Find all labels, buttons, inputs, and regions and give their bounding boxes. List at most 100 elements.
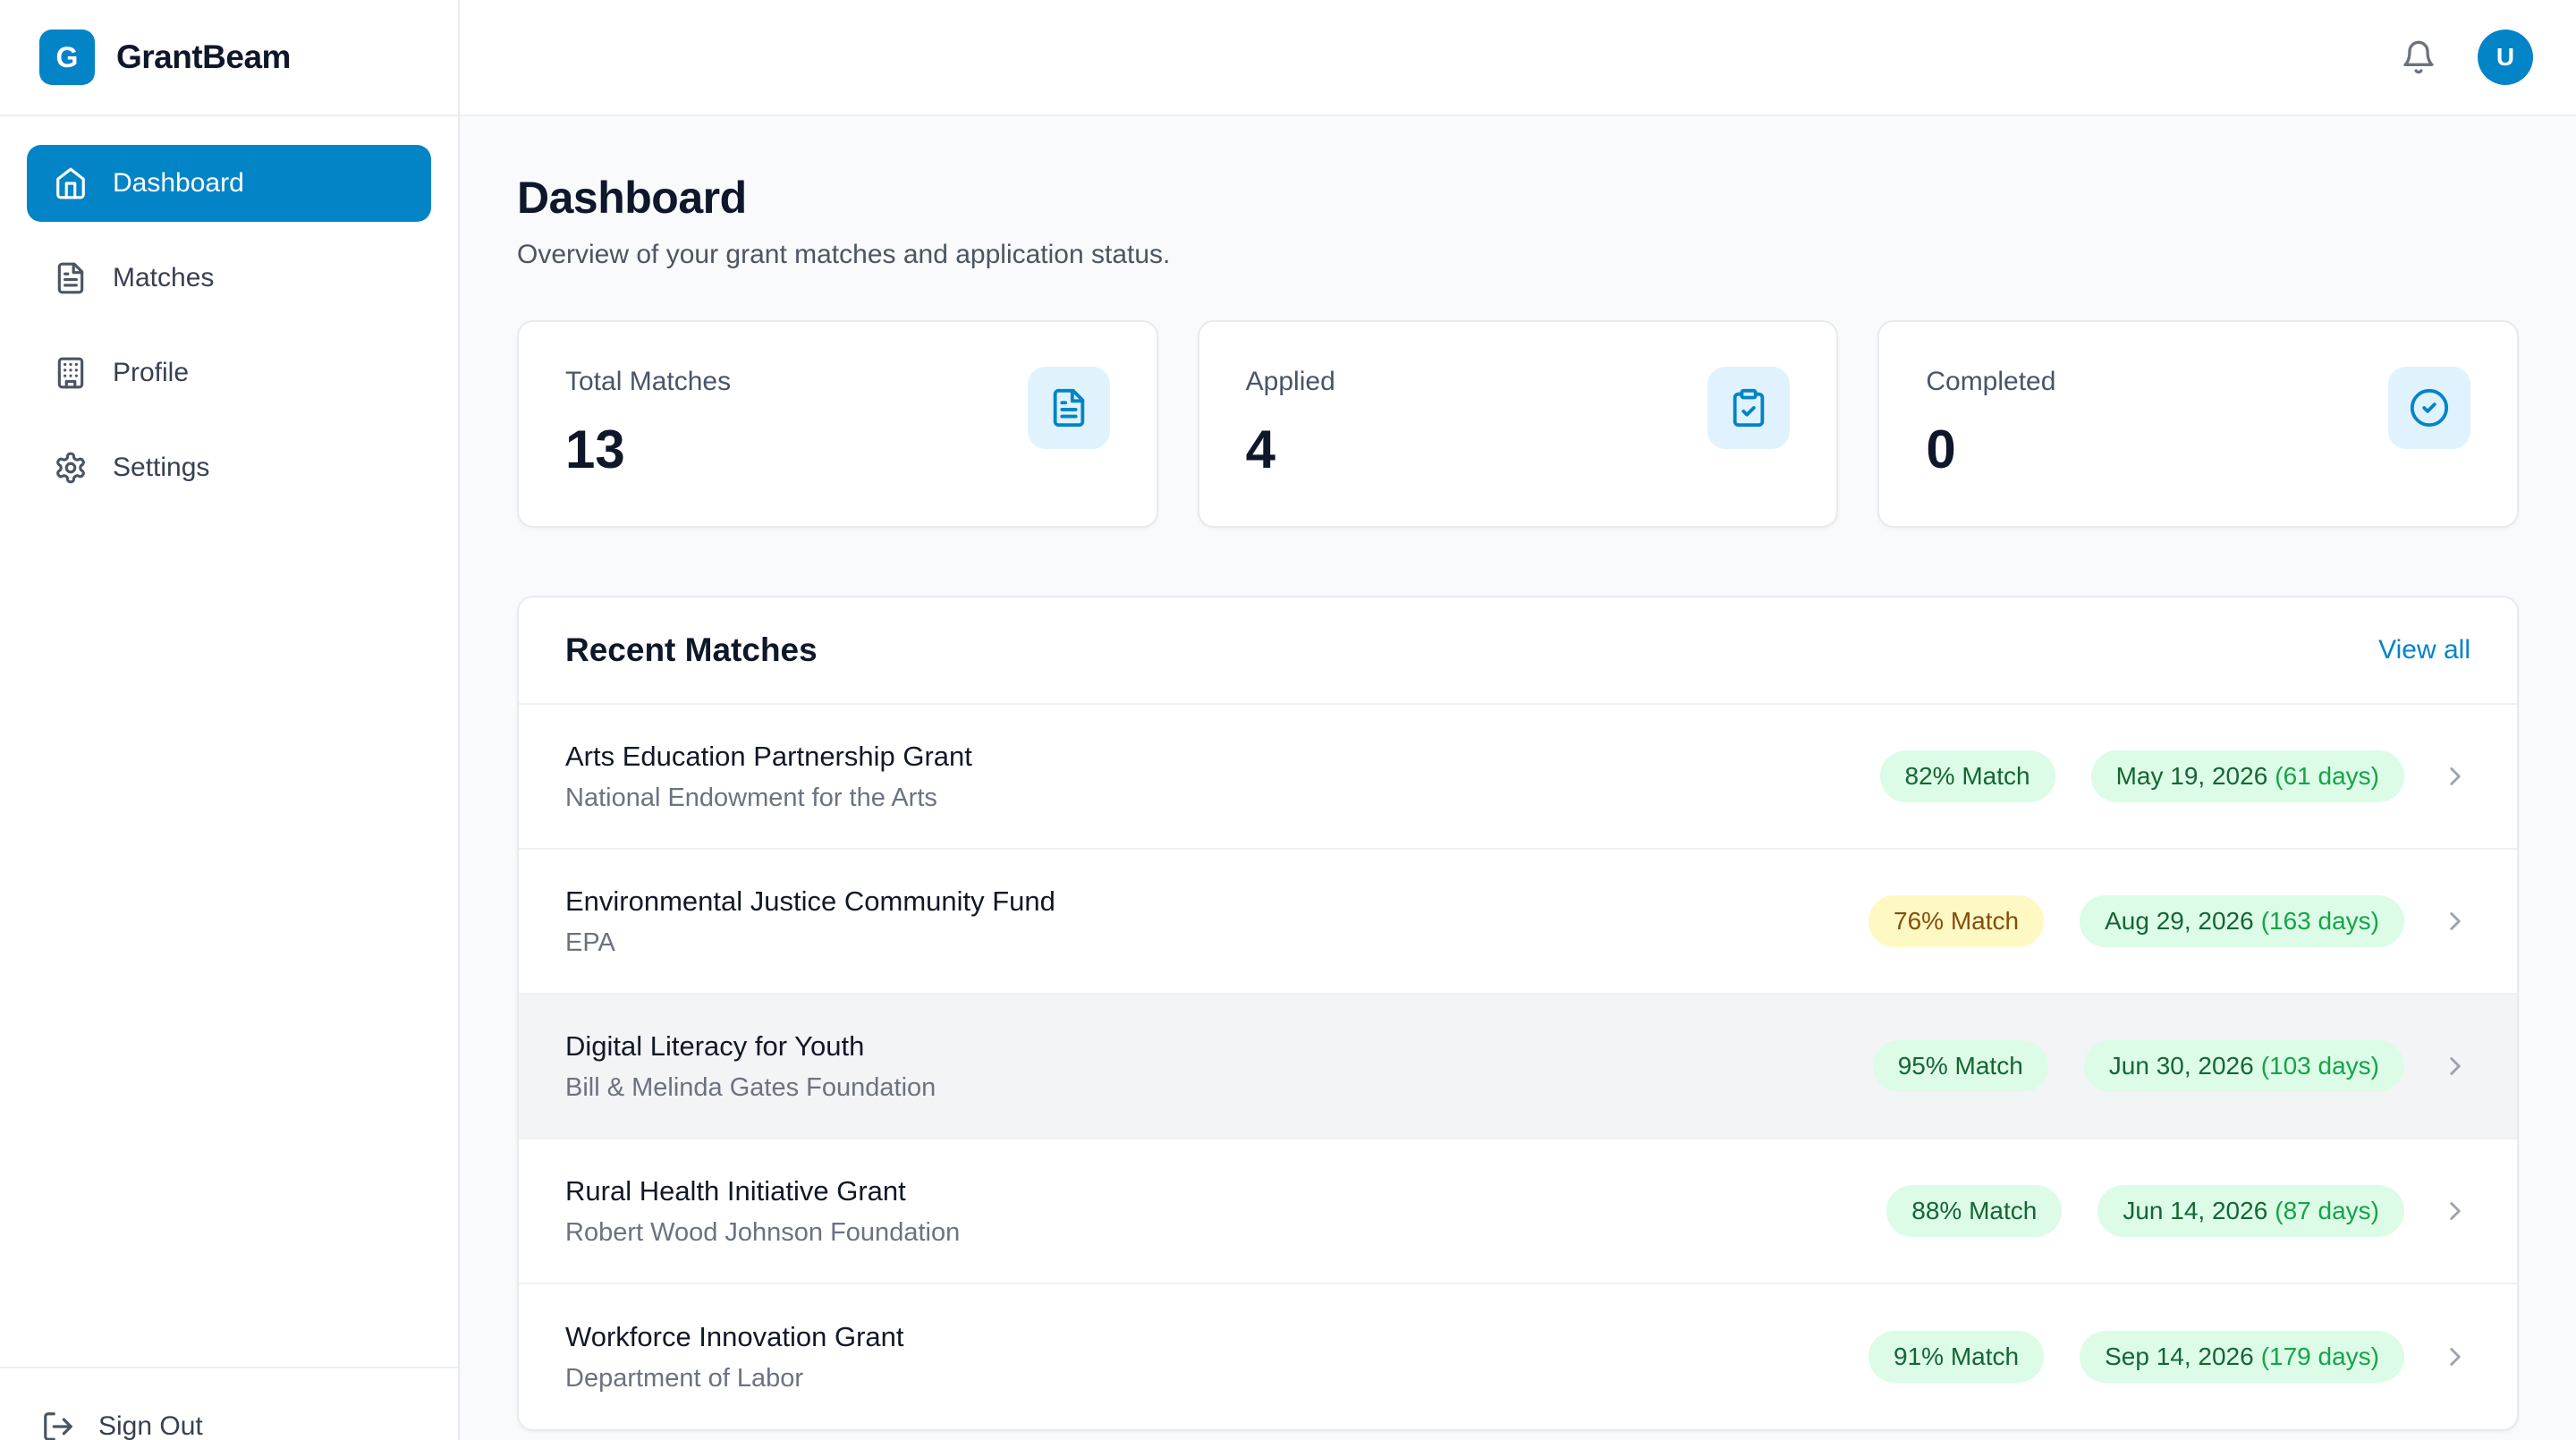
app-name: GrantBeam [116, 38, 291, 76]
deadline-days: (87 days) [2275, 1197, 2379, 1224]
match-badge: 95% Match [1873, 1040, 2048, 1092]
deadline-date: Jun 14, 2026 [2123, 1197, 2267, 1224]
stat-text: Completed 0 [1926, 367, 2055, 480]
deadline-badge: Sep 14, 2026 (179 days) [2080, 1331, 2404, 1383]
deadline-days: (61 days) [2275, 762, 2379, 790]
grant-org: Department of Labor [565, 1364, 904, 1393]
home-icon [54, 166, 88, 200]
match-badge: 76% Match [1868, 895, 2044, 947]
chevron-right-icon [2440, 761, 2470, 792]
match-row-meta: 95% Match Jun 30, 2026(103 days) [1873, 1040, 2470, 1092]
sidebar-item-label: Dashboard [113, 168, 244, 199]
stat-value: 0 [1926, 419, 2055, 480]
grant-org: Robert Wood Johnson Foundation [565, 1218, 960, 1248]
match-row-text: Digital Literacy for Youth Bill & Melind… [565, 1030, 936, 1103]
deadline-date: May 19, 2026 [2116, 762, 2268, 790]
sidebar-item-profile[interactable]: Profile [27, 335, 431, 411]
deadline-date: Aug 29, 2026 [2105, 907, 2254, 935]
clipboard-check-icon [1707, 367, 1790, 449]
deadline-days: (163 days) [2261, 907, 2379, 935]
match-row-meta: 76% Match Aug 29, 2026(163 days) [1868, 895, 2470, 947]
stat-value: 13 [565, 419, 731, 480]
sign-out-label: Sign Out [98, 1411, 203, 1440]
match-row-meta: 88% Match Jun 14, 2026 (87 days) [1886, 1185, 2470, 1237]
view-all-link[interactable]: View all [2378, 635, 2470, 665]
stat-label: Completed [1926, 367, 2055, 397]
deadline-date: Sep 14, 2026 [2105, 1343, 2254, 1370]
match-row[interactable]: Rural Health Initiative Grant Robert Woo… [519, 1139, 2517, 1284]
sign-out-icon [41, 1410, 75, 1440]
recent-matches-header: Recent Matches View all [519, 597, 2517, 705]
stats-row: Total Matches 13 Applied 4 Completed [517, 320, 2519, 528]
page-title: Dashboard [517, 172, 2519, 224]
match-row-text: Workforce Innovation Grant Department of… [565, 1321, 904, 1393]
match-row[interactable]: Workforce Innovation Grant Department of… [519, 1284, 2517, 1429]
match-row[interactable]: Environmental Justice Community Fund EPA… [519, 850, 2517, 995]
match-row-text: Environmental Justice Community Fund EPA [565, 885, 1055, 958]
stat-text: Total Matches 13 [565, 367, 731, 480]
grant-title: Digital Literacy for Youth [565, 1030, 936, 1063]
stat-value: 4 [1246, 419, 1335, 480]
content: Dashboard Overview of your grant matches… [460, 116, 2576, 1440]
sidebar-item-label: Profile [113, 358, 189, 388]
match-row-text: Arts Education Partnership Grant Nationa… [565, 741, 972, 813]
chevron-right-icon [2440, 1051, 2470, 1081]
sign-out-button[interactable]: Sign Out [0, 1367, 458, 1440]
sidebar-nav: Dashboard Matches Profile Settings [0, 116, 458, 1440]
brand-header: G GrantBeam [0, 0, 458, 116]
match-row[interactable]: Digital Literacy for Youth Bill & Melind… [519, 995, 2517, 1139]
match-row-text: Rural Health Initiative Grant Robert Woo… [565, 1175, 960, 1248]
sidebar: G GrantBeam Dashboard Matches Profile [0, 0, 460, 1440]
grant-title: Environmental Justice Community Fund [565, 885, 1055, 918]
sidebar-item-settings[interactable]: Settings [27, 429, 431, 506]
sidebar-item-label: Settings [113, 453, 209, 483]
logo-letter: G [56, 41, 79, 74]
deadline-badge: May 19, 2026(61 days) [2091, 750, 2404, 802]
stat-card-total-matches: Total Matches 13 [517, 320, 1158, 528]
document-icon [54, 261, 88, 295]
chevron-right-icon [2440, 1196, 2470, 1226]
page-subtitle: Overview of your grant matches and appli… [517, 240, 2519, 270]
check-circle-icon [2388, 367, 2470, 449]
bell-icon [2401, 39, 2436, 75]
chevron-right-icon [2440, 1342, 2470, 1372]
deadline-date: Jun 30, 2026 [2109, 1052, 2254, 1080]
notifications-button[interactable] [2401, 39, 2436, 75]
stat-card-applied: Applied 4 [1198, 320, 1839, 528]
deadline-days: (103 days) [2261, 1052, 2379, 1080]
stat-card-completed: Completed 0 [1877, 320, 2519, 528]
grant-org: National Endowment for the Arts [565, 784, 972, 813]
grant-title: Workforce Innovation Grant [565, 1321, 904, 1353]
stat-text: Applied 4 [1246, 367, 1335, 480]
match-badge: 82% Match [1880, 750, 2055, 802]
deadline-badge: Jun 30, 2026(103 days) [2084, 1040, 2404, 1092]
match-row-meta: 82% Match May 19, 2026(61 days) [1880, 750, 2470, 802]
deadline-badge: Jun 14, 2026 (87 days) [2097, 1185, 2404, 1237]
sidebar-item-dashboard[interactable]: Dashboard [27, 145, 431, 222]
stat-label: Total Matches [565, 367, 731, 397]
match-badge: 91% Match [1868, 1331, 2044, 1383]
grant-org: Bill & Melinda Gates Foundation [565, 1073, 936, 1103]
stat-label: Applied [1246, 367, 1335, 397]
grant-title: Rural Health Initiative Grant [565, 1175, 960, 1207]
sidebar-item-label: Matches [113, 263, 214, 293]
deadline-days: (179 days) [2261, 1343, 2379, 1370]
grant-org: EPA [565, 928, 1055, 958]
topbar: U [460, 0, 2576, 116]
match-row[interactable]: Arts Education Partnership Grant Nationa… [519, 705, 2517, 850]
recent-matches-card: Recent Matches View all Arts Education P… [517, 596, 2519, 1431]
deadline-badge: Aug 29, 2026(163 days) [2080, 895, 2404, 947]
sidebar-item-matches[interactable]: Matches [27, 240, 431, 317]
avatar[interactable]: U [2478, 30, 2533, 85]
avatar-letter: U [2496, 43, 2514, 72]
document-icon [1028, 367, 1110, 449]
grant-title: Arts Education Partnership Grant [565, 741, 972, 773]
gear-icon [54, 451, 88, 485]
recent-matches-title: Recent Matches [565, 631, 818, 669]
main-column: U Dashboard Overview of your grant match… [460, 0, 2576, 1440]
match-row-meta: 91% Match Sep 14, 2026 (179 days) [1868, 1331, 2470, 1383]
match-badge: 88% Match [1886, 1185, 2062, 1237]
chevron-right-icon [2440, 906, 2470, 936]
building-icon [54, 356, 88, 390]
app-logo: G [39, 30, 95, 85]
